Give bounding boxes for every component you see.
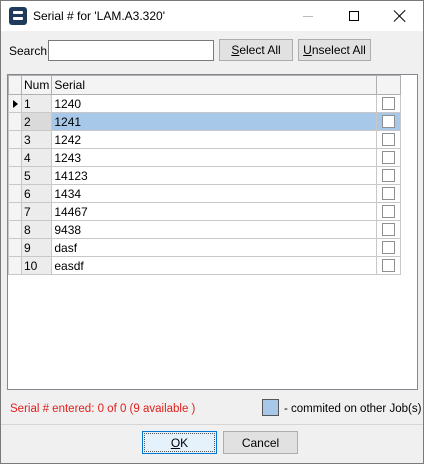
table-row[interactable]: 4 1243	[8, 148, 402, 167]
row-indicator[interactable]	[8, 184, 22, 203]
table-row[interactable]: 6 1434	[8, 184, 402, 203]
row-checkbox[interactable]	[382, 151, 396, 164]
serial-table: Num Serial 1 1240 2 1241 3 1242 4 1243 5 14123 6 14…	[8, 75, 402, 275]
ok-button[interactable]: OK	[142, 431, 217, 454]
cell-checkbox	[376, 112, 402, 131]
minimize-icon	[303, 15, 313, 17]
title-bar[interactable]: Serial # for 'LAM.A3.320'	[1, 1, 423, 31]
serial-grid[interactable]: Num Serial 1 1240 2 1241 3 1242 4 1243 5 14123 6 14…	[7, 74, 418, 390]
row-checkbox[interactable]	[382, 115, 396, 128]
cell-checkbox	[376, 202, 402, 221]
cell-checkbox	[376, 148, 402, 167]
cell-num[interactable]: 3	[20, 130, 53, 149]
cell-checkbox	[376, 238, 402, 257]
row-indicator[interactable]	[8, 148, 22, 167]
close-icon	[394, 10, 406, 22]
row-checkbox[interactable]	[382, 133, 396, 146]
unselect-all-label-rest: nselect All	[311, 43, 366, 57]
row-indicator[interactable]	[8, 202, 22, 221]
row-indicator-header	[8, 75, 22, 95]
table-row[interactable]: 10 easdf	[8, 256, 402, 275]
column-header-check[interactable]	[376, 75, 402, 95]
app-logo-icon	[9, 7, 27, 25]
row-checkbox[interactable]	[382, 223, 396, 236]
cell-num[interactable]: 10	[20, 256, 53, 275]
select-all-button[interactable]: Select All	[219, 39, 293, 61]
window-title: Serial # for 'LAM.A3.320'	[33, 9, 165, 23]
row-checkbox[interactable]	[382, 205, 396, 218]
row-indicator[interactable]	[8, 94, 22, 113]
dialog-window: Serial # for 'LAM.A3.320' Search Select …	[0, 0, 424, 464]
maximize-icon	[349, 11, 359, 21]
cell-serial[interactable]: 1241	[51, 112, 378, 131]
row-checkbox[interactable]	[382, 97, 396, 110]
cell-num[interactable]: 7	[20, 202, 53, 221]
row-checkbox[interactable]	[382, 241, 396, 254]
table-row[interactable]: 9 dasf	[8, 238, 402, 257]
search-input[interactable]	[48, 40, 214, 61]
legend-text: - commited on other Job(s)	[284, 403, 422, 415]
cancel-button[interactable]: Cancel	[223, 431, 298, 454]
row-checkbox[interactable]	[382, 169, 396, 182]
cell-serial[interactable]: 9438	[51, 220, 378, 239]
row-indicator[interactable]	[8, 166, 22, 185]
row-checkbox[interactable]	[382, 259, 396, 272]
column-header-serial[interactable]: Serial	[51, 75, 378, 95]
cell-serial[interactable]: 1240	[51, 94, 378, 113]
cell-checkbox	[376, 94, 402, 113]
row-indicator[interactable]	[8, 238, 22, 257]
footer-divider	[1, 424, 423, 425]
cell-serial[interactable]: dasf	[51, 238, 378, 257]
table-header-row: Num Serial	[8, 75, 402, 95]
unselect-all-mnemonic: U	[303, 43, 312, 57]
close-button[interactable]	[377, 1, 423, 31]
column-header-num[interactable]: Num	[20, 75, 53, 95]
ok-mnemonic: O	[170, 435, 181, 450]
table-row[interactable]: 1 1240	[8, 94, 402, 113]
cell-num[interactable]: 9	[20, 238, 53, 257]
cell-checkbox	[376, 130, 402, 149]
table-row[interactable]: 5 14123	[8, 166, 402, 185]
cell-checkbox	[376, 166, 402, 185]
legend-swatch	[262, 399, 279, 416]
cell-serial[interactable]: 1434	[51, 184, 378, 203]
table-row[interactable]: 3 1242	[8, 130, 402, 149]
row-indicator[interactable]	[8, 130, 22, 149]
cell-checkbox	[376, 220, 402, 239]
row-checkbox[interactable]	[382, 187, 396, 200]
table-row[interactable]: 7 14467	[8, 202, 402, 221]
current-row-arrow-icon	[13, 100, 18, 108]
cell-serial[interactable]: 1243	[51, 148, 378, 167]
row-indicator[interactable]	[8, 112, 22, 131]
maximize-button[interactable]	[331, 1, 377, 31]
unselect-all-button[interactable]: Unselect All	[298, 39, 371, 61]
cell-serial[interactable]: 14123	[51, 166, 378, 185]
cell-checkbox	[376, 184, 402, 203]
cell-serial[interactable]: 14467	[51, 202, 378, 221]
serial-status-text: Serial # entered: 0 of 0 (9 available )	[10, 403, 196, 415]
cell-serial[interactable]: easdf	[51, 256, 378, 275]
cell-num[interactable]: 5	[20, 166, 53, 185]
ok-label-rest: K	[180, 435, 189, 450]
select-all-label-rest: elect All	[239, 43, 281, 57]
cell-num[interactable]: 2	[20, 112, 53, 131]
table-body: 1 1240 2 1241 3 1242 4 1243 5 14123 6 1434 7 14467 8 94…	[8, 94, 402, 275]
cancel-label: Cancel	[241, 435, 280, 450]
table-row[interactable]: 2 1241	[8, 112, 402, 131]
cell-num[interactable]: 6	[20, 184, 53, 203]
select-all-mnemonic: S	[231, 43, 240, 57]
table-row[interactable]: 8 9438	[8, 220, 402, 239]
cell-serial[interactable]: 1242	[51, 130, 378, 149]
row-indicator[interactable]	[8, 256, 22, 275]
minimize-button[interactable]	[285, 1, 331, 31]
search-label: Search	[9, 44, 48, 58]
cell-checkbox	[376, 256, 402, 275]
cell-num[interactable]: 4	[20, 148, 53, 167]
cell-num[interactable]: 1	[20, 94, 53, 113]
row-indicator[interactable]	[8, 220, 22, 239]
cell-num[interactable]: 8	[20, 220, 53, 239]
